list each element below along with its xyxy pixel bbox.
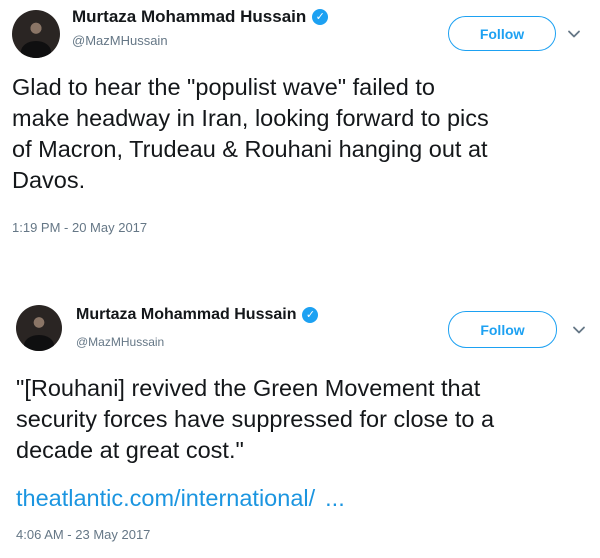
avatar[interactable] xyxy=(16,305,62,351)
author-name[interactable]: Murtaza Mohammad Hussain xyxy=(76,306,296,324)
link-ellipsis[interactable]: ... xyxy=(325,485,345,511)
tweet-card: Murtaza Mohammad Hussain ✓ @MazMHussain … xyxy=(0,0,600,542)
chevron-down-icon[interactable] xyxy=(570,321,588,339)
follow-button[interactable]: Follow xyxy=(448,311,557,348)
tweet-link[interactable]: theatlantic.com/international/ xyxy=(16,485,315,511)
author-handle[interactable]: @MazMHussain xyxy=(76,335,164,349)
tweet-timestamp[interactable]: 4:06 AM - 23 May 2017 xyxy=(16,527,150,542)
tweet-text: "[Rouhani] revived the Green Movement th… xyxy=(16,375,495,463)
author-name-row: Murtaza Mohammad Hussain ✓ xyxy=(76,306,319,324)
verified-badge-icon: ✓ xyxy=(302,307,319,323)
tweet-link-row: theatlantic.com/international/... xyxy=(16,483,345,514)
